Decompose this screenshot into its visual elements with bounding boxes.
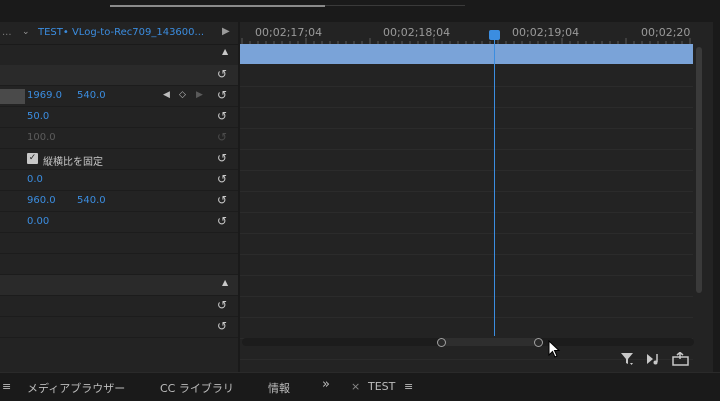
property-row[interactable]: 960.0 540.0 ↺ (0, 191, 238, 212)
track-row-line (240, 128, 693, 129)
property-value[interactable]: 960.0 (27, 195, 56, 206)
property-row[interactable]: 0.00 ↺ (0, 212, 238, 233)
track-row-line (240, 317, 693, 318)
property-row[interactable] (0, 254, 238, 275)
chevron-down-icon[interactable]: ⌄ (22, 27, 30, 37)
tab-test[interactable]: TEST (368, 380, 395, 393)
reset-arrow-icon[interactable]: ↺ (217, 319, 227, 333)
property-value[interactable]: 50.0 (27, 111, 49, 122)
keyframe-prev-icon[interactable]: ◀ (163, 90, 170, 100)
property-row[interactable]: 0.0 ↺ (0, 170, 238, 191)
tab-cc-libraries[interactable]: CC ライブラリ (160, 380, 234, 396)
track-row-line (240, 86, 693, 87)
property-value[interactable]: 100.0 (27, 132, 56, 143)
tab-info[interactable]: 情報 (268, 380, 290, 396)
close-tab-icon[interactable]: × (351, 380, 360, 393)
reset-arrow-icon[interactable]: ↺ (217, 109, 227, 123)
reset-arrow-icon[interactable]: ↺ (217, 88, 227, 102)
reset-arrow-icon[interactable]: ↺ (217, 151, 227, 165)
property-group-row[interactable]: ↺ (0, 65, 238, 86)
panel-menu-icon[interactable]: ≡ (2, 380, 11, 393)
reset-arrow-icon[interactable]: ↺ (217, 67, 227, 81)
value-swatch (0, 89, 25, 104)
track-row-line (240, 296, 693, 297)
property-value-2[interactable]: 540.0 (77, 90, 106, 101)
vertical-scroll-thumb[interactable] (696, 47, 702, 293)
track-row-line (240, 170, 693, 171)
keyframe-next-icon[interactable]: ▶ (196, 90, 203, 100)
track-row-line (240, 149, 693, 150)
property-row[interactable]: ✓ 縦横比を固定 ↺ (0, 149, 238, 170)
zoom-handle-left[interactable] (437, 338, 446, 347)
reset-arrow-icon[interactable]: ↺ (217, 193, 227, 207)
tab-media-browser[interactable]: メディアブラウザー (27, 380, 125, 396)
scroll-up-icon[interactable]: ▲ (222, 47, 228, 56)
checkbox-label: 縦横比を固定 (43, 157, 103, 168)
play-triangle-icon[interactable]: ▶ (222, 26, 230, 37)
property-value[interactable]: 0.00 (27, 216, 49, 227)
track-row-line (240, 275, 693, 276)
top-tab-underline (110, 5, 325, 7)
track-row-line (240, 254, 693, 255)
reset-arrow-icon[interactable]: ↺ (217, 214, 227, 228)
property-row[interactable]: ↺ (0, 317, 238, 338)
filter-icon[interactable] (620, 352, 636, 366)
reset-arrow-icon[interactable]: ↺ (217, 298, 227, 312)
top-divider (325, 5, 465, 6)
top-strip (0, 0, 720, 22)
track-row-line (240, 191, 693, 192)
property-value[interactable]: 0.0 (27, 174, 43, 185)
panel-menu-dots[interactable]: ... (2, 27, 12, 38)
property-group-row[interactable] (0, 275, 238, 296)
track-row-line (240, 233, 693, 234)
property-value[interactable]: 1969.0 (27, 90, 62, 101)
mouse-cursor-icon (548, 340, 561, 358)
reset-arrow-icon[interactable]: ↺ (217, 130, 227, 144)
more-tabs-icon[interactable]: » (322, 377, 330, 392)
scroll-up-icon-2[interactable]: ▲ (222, 278, 228, 287)
horizontal-scroll-thumb[interactable] (441, 338, 539, 346)
export-frame-icon[interactable] (672, 352, 690, 366)
tab-test-menu-icon[interactable]: ≡ (404, 380, 413, 393)
track-row-line (240, 107, 693, 108)
keyframe-add-icon[interactable]: ◇ (179, 90, 186, 100)
sequence-clip-tab[interactable]: TEST• VLog-to-Rec709_143600... (38, 27, 204, 38)
property-value-2[interactable]: 540.0 (77, 195, 106, 206)
playhead-line[interactable] (494, 38, 495, 336)
audio-clip-icon[interactable] (646, 352, 664, 366)
reset-arrow-icon[interactable]: ↺ (217, 172, 227, 186)
zoom-handle-right[interactable] (534, 338, 543, 347)
property-row[interactable]: ↺ (0, 296, 238, 317)
property-row[interactable] (0, 233, 238, 254)
property-row[interactable]: 100.0 ↺ (0, 128, 238, 149)
playhead-handle[interactable] (489, 30, 500, 40)
panel-right-edge (713, 22, 720, 372)
property-row[interactable]: 50.0 ↺ (0, 107, 238, 128)
aspect-lock-checkbox[interactable]: ✓ (27, 153, 38, 164)
clip-bar[interactable] (240, 44, 693, 64)
track-row-line (240, 212, 693, 213)
property-row[interactable]: 1969.0 540.0 ◀ ◇ ▶ ↺ (0, 86, 238, 107)
